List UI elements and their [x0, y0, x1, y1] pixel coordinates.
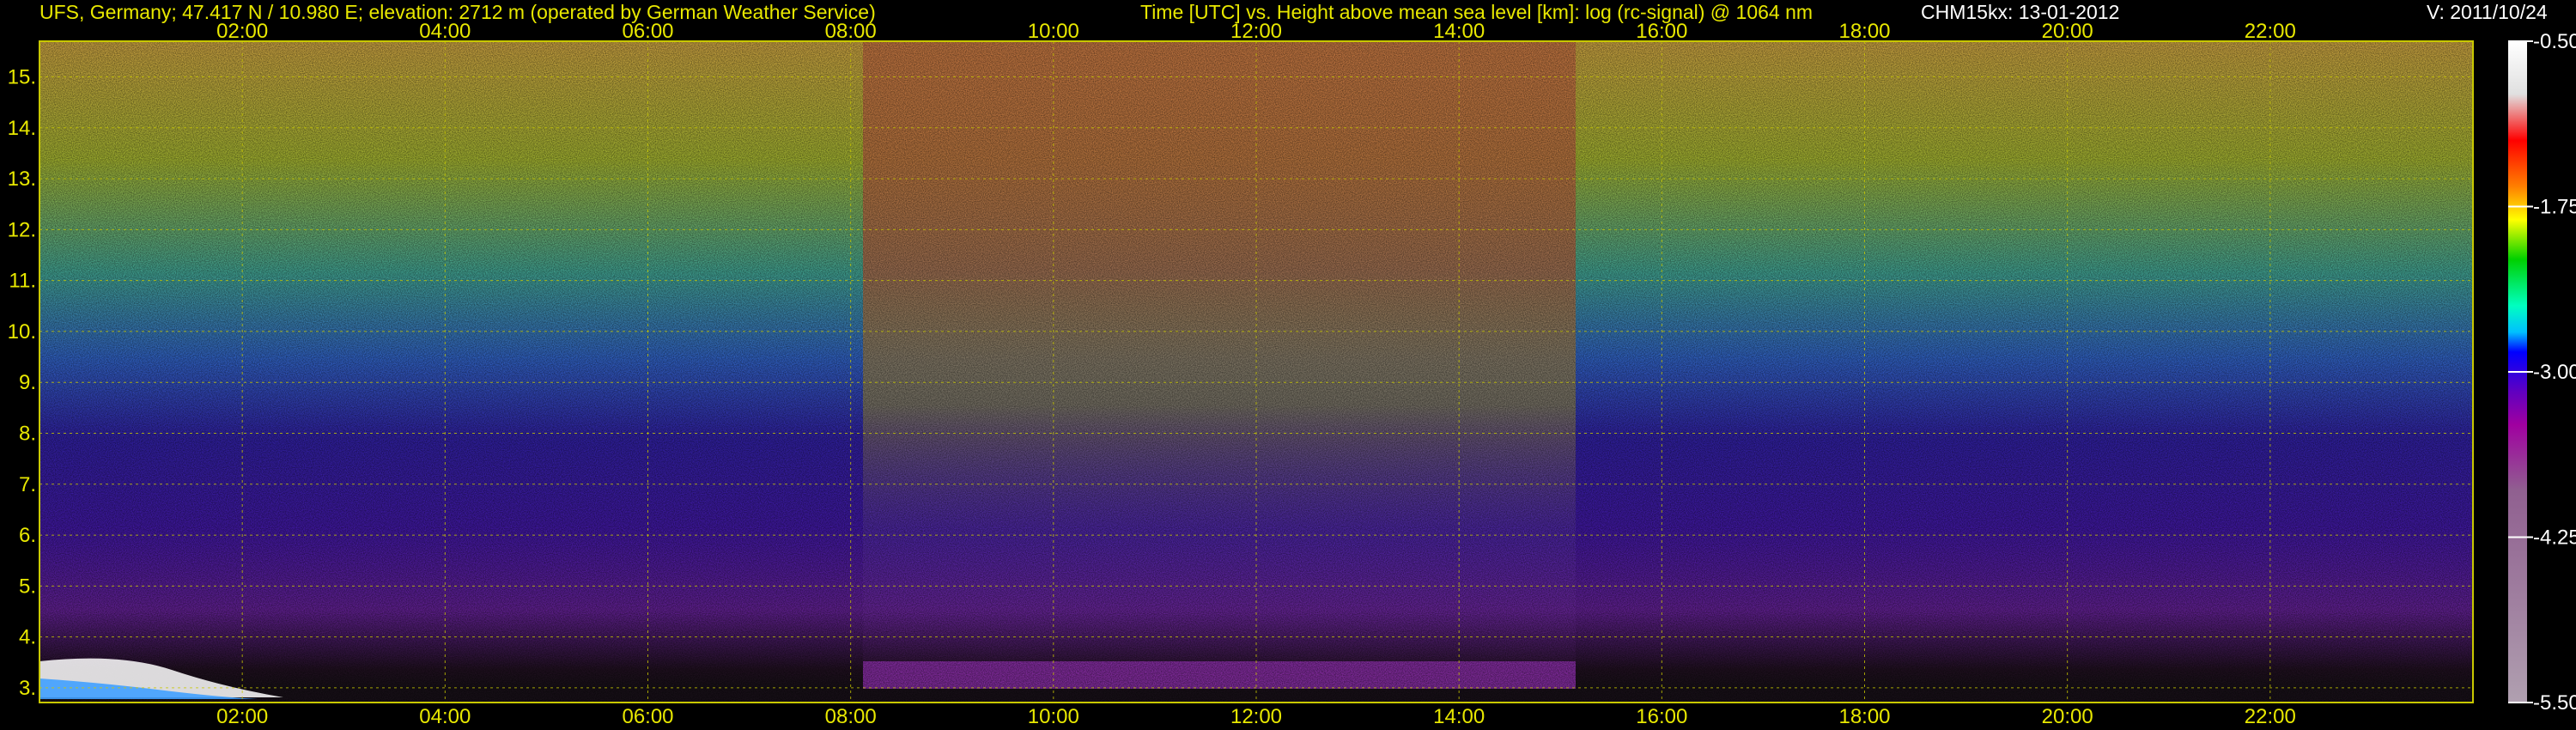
- y-tick-label: 4.: [19, 626, 36, 649]
- ceilometer-chart: 02:00 04:00 06:00 08:00 10:00 12:00 14:00 16:00…: [8, 20, 2576, 728]
- x-tick-label-top: 04:00: [419, 20, 471, 43]
- y-tick-label: 15.: [8, 65, 36, 88]
- x-tick-label-bottom: 12:00: [1230, 705, 1282, 728]
- colorbar-tick-label: -3.00: [2533, 361, 2576, 384]
- y-tick-label: 8.: [19, 422, 36, 445]
- x-tick-label-bottom: 04:00: [419, 705, 471, 728]
- x-tick-label-top: 14:00: [1433, 20, 1485, 43]
- y-tick-label: 6.: [19, 524, 36, 547]
- x-ticks-bottom: 02:00 04:00 06:00 08:00 10:00 12:00 14:00 16:00…: [216, 705, 2296, 728]
- x-tick-label-top: 08:00: [825, 20, 877, 43]
- y-tick-label: 10.: [8, 320, 36, 344]
- y-tick-label: 13.: [8, 167, 36, 191]
- y-tick-label: 9.: [19, 371, 36, 394]
- x-tick-label-bottom: 14:00: [1433, 705, 1485, 728]
- x-tick-label-bottom: 10:00: [1028, 705, 1079, 728]
- x-ticks-top: 02:00 04:00 06:00 08:00 10:00 12:00 14:00 16:00…: [216, 20, 2296, 43]
- x-tick-label-top: 10:00: [1028, 20, 1079, 43]
- y-tick-label: 11.: [9, 270, 36, 293]
- y-ticks: 3. 4. 5. 6. 7. 8. 9. 10. 11. 12. 13. 14. 15.: [8, 65, 36, 699]
- x-tick-label-bottom: 22:00: [2245, 705, 2296, 728]
- x-tick-label-bottom: 02:00: [216, 705, 268, 728]
- colorbar-tick-label: -0.50: [2533, 30, 2576, 53]
- y-tick-label: 12.: [8, 218, 36, 241]
- colorbar-tick-label: -1.75: [2533, 196, 2576, 219]
- x-tick-label-bottom: 06:00: [622, 705, 673, 728]
- y-tick-label: 5.: [19, 575, 36, 598]
- x-tick-label-top: 06:00: [622, 20, 673, 43]
- x-tick-label-top: 20:00: [2042, 20, 2093, 43]
- y-tick-label: 14.: [8, 117, 36, 140]
- x-tick-label-bottom: 18:00: [1838, 705, 1890, 728]
- x-tick-label-top: 16:00: [1636, 20, 1687, 43]
- x-tick-label-top: 22:00: [2245, 20, 2296, 43]
- x-tick-label-top: 02:00: [216, 20, 268, 43]
- y-tick-label: 3.: [19, 677, 36, 700]
- x-tick-label-bottom: 08:00: [825, 705, 877, 728]
- x-tick-label-bottom: 16:00: [1636, 705, 1687, 728]
- x-tick-label-top: 18:00: [1838, 20, 1890, 43]
- colorbar-tick-label: -4.25: [2533, 526, 2576, 550]
- y-tick-label: 7.: [19, 473, 36, 496]
- colorbar-tick-label: -5.50: [2533, 691, 2576, 715]
- x-tick-label-bottom: 20:00: [2042, 705, 2093, 728]
- x-tick-label-top: 12:00: [1230, 20, 1282, 43]
